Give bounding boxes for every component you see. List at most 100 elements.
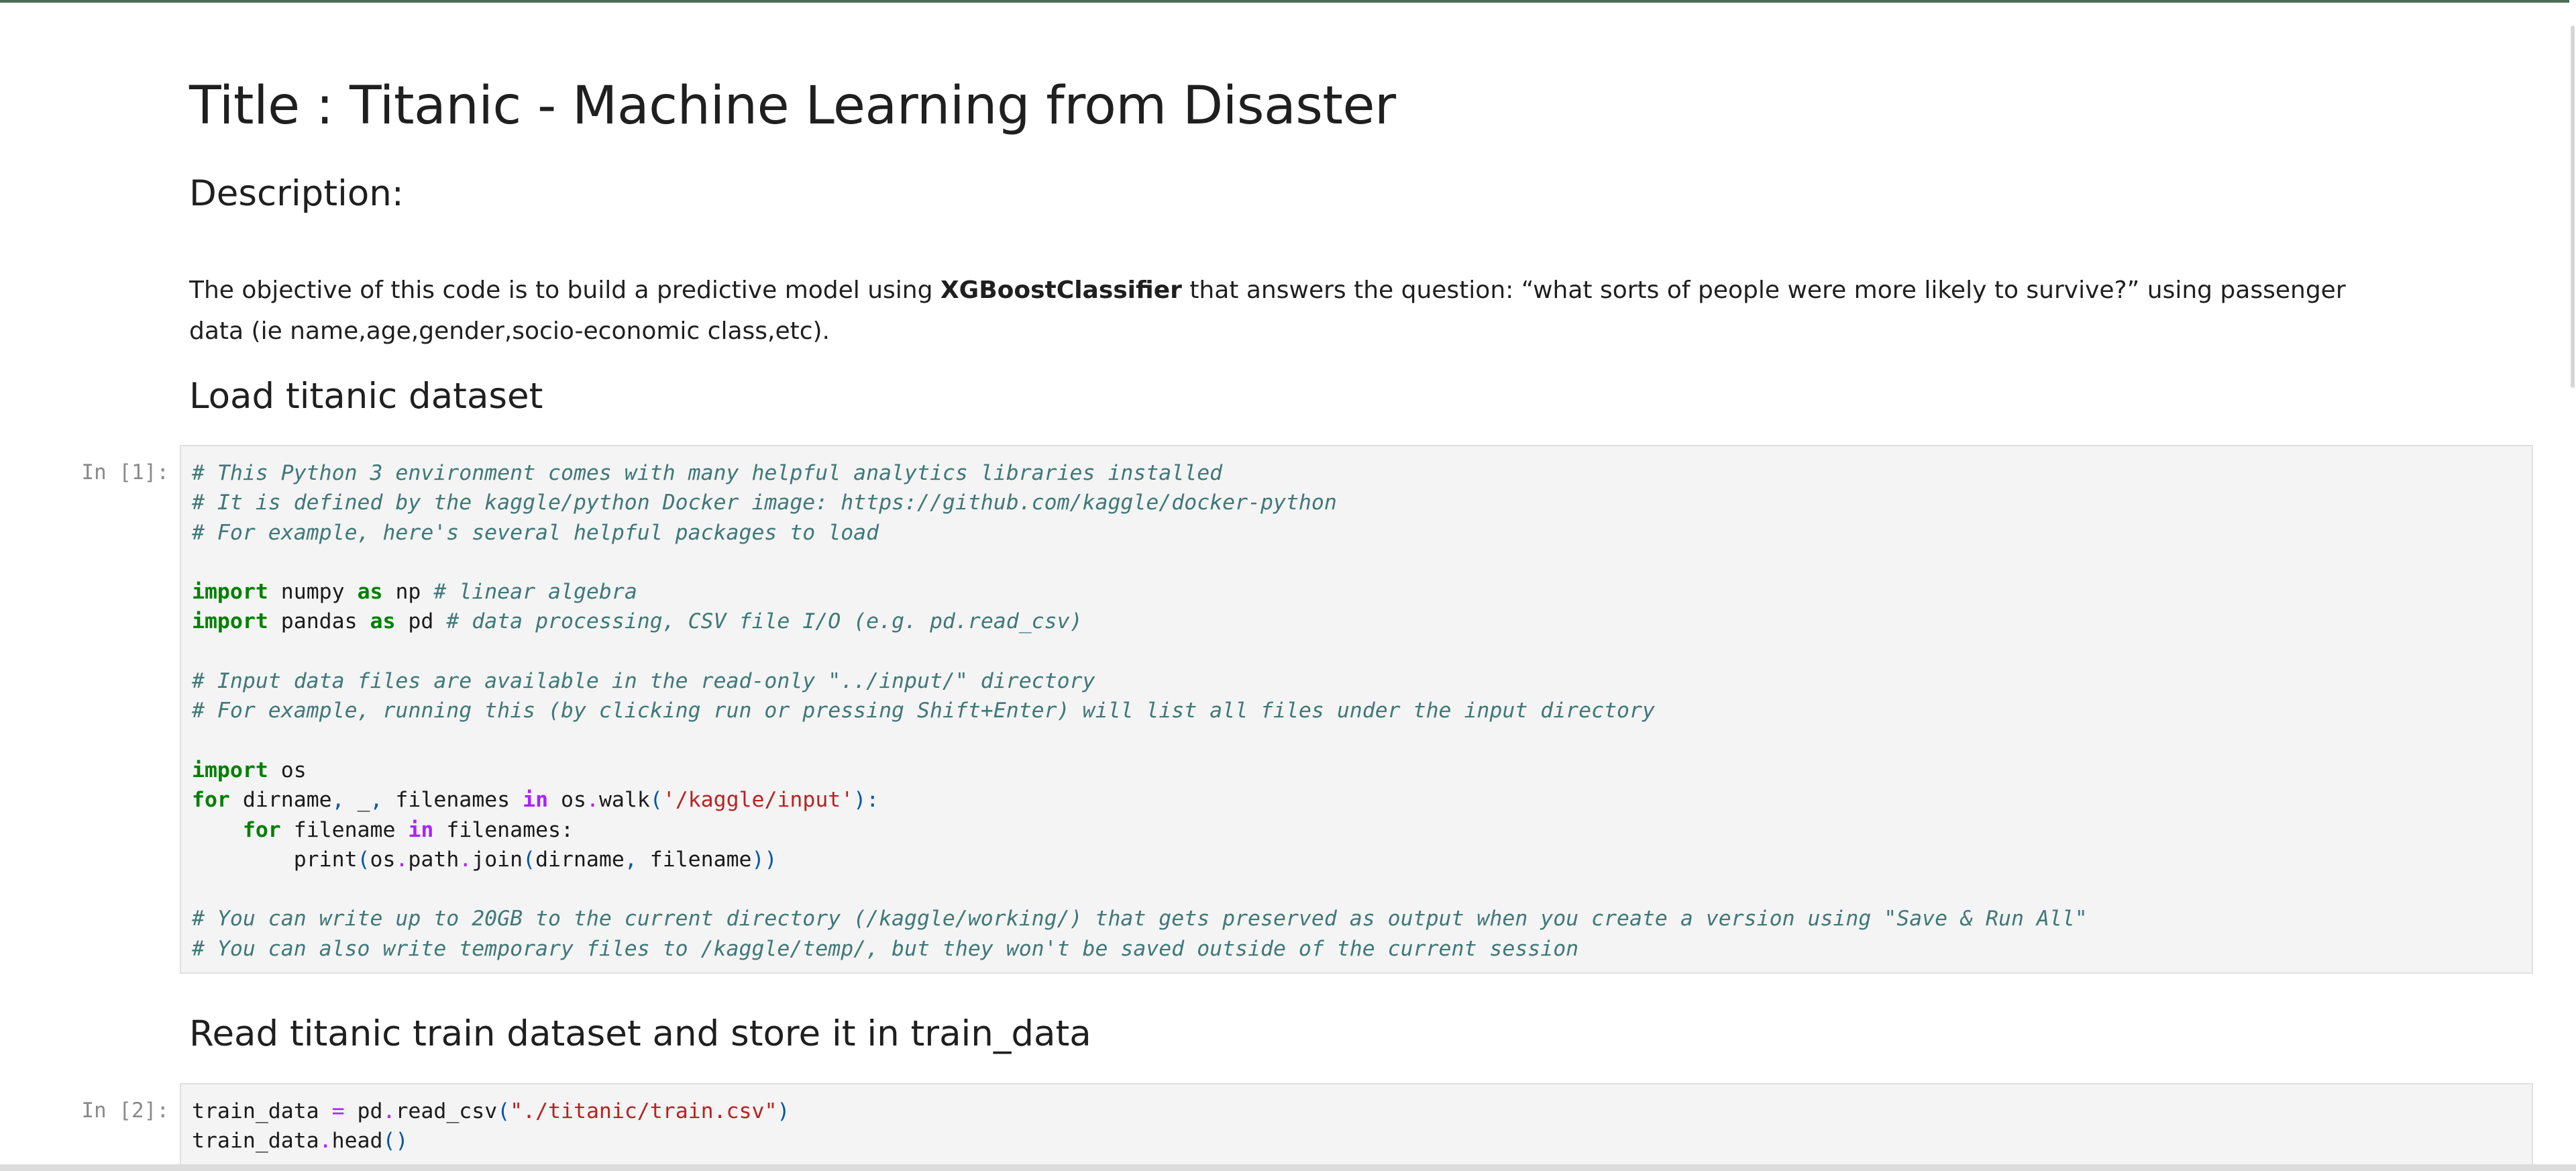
code-token: os bbox=[268, 758, 307, 782]
code-line: # This Python 3 environment comes with m… bbox=[192, 458, 2532, 488]
code-token: pandas bbox=[268, 609, 370, 634]
read-dataset-heading: Read titanic train dataset and store it … bbox=[189, 1013, 1091, 1054]
code-token: ): bbox=[853, 788, 879, 813]
code-token: os bbox=[548, 788, 586, 813]
code-token: . bbox=[586, 788, 599, 813]
code-line: # You can also write temporary files to … bbox=[192, 934, 2532, 964]
code-keyword: as bbox=[370, 609, 396, 634]
code-line: # You can write up to 20GB to the curren… bbox=[192, 904, 2532, 933]
code-token: head bbox=[331, 1129, 383, 1154]
code-line: import pandas as pd # data processing, C… bbox=[192, 607, 2532, 636]
cell-1-prompt: In [1]: bbox=[81, 460, 169, 485]
code-token: , bbox=[624, 847, 637, 872]
code-line: train_data.head() bbox=[192, 1126, 2532, 1156]
code-token: numpy bbox=[268, 580, 358, 605]
code-line: # Input data files are available in the … bbox=[192, 666, 2532, 696]
code-token: join bbox=[472, 847, 523, 872]
code-token: filenames bbox=[382, 788, 523, 813]
code-token: () bbox=[382, 1129, 409, 1154]
code-token: filenames: bbox=[433, 817, 574, 842]
description-text-bold: XGBoostClassifier bbox=[940, 276, 1182, 304]
code-editor[interactable]: # This Python 3 environment comes with m… bbox=[181, 446, 2532, 964]
load-dataset-heading: Load titanic dataset bbox=[189, 376, 543, 417]
code-line: print(os.path.join(dirname, filename)) bbox=[192, 845, 2532, 874]
notebook-view: Title : Titanic - Machine Learning from … bbox=[0, 0, 2569, 1171]
code-string: "./titanic/train.csv" bbox=[510, 1099, 777, 1123]
markdown-cell-load-heading[interactable]: Load titanic dataset bbox=[189, 373, 2524, 420]
code-comment: # For example, running this (by clicking… bbox=[192, 699, 1655, 723]
code-comment: # linear algebra bbox=[433, 580, 637, 605]
horizontal-scrollbar[interactable] bbox=[0, 1164, 2576, 1171]
description-heading: Description: bbox=[189, 173, 404, 214]
code-token: ( bbox=[357, 847, 370, 872]
code-keyword: import bbox=[192, 758, 268, 782]
scrollbar-thumb[interactable] bbox=[2571, 26, 2575, 388]
code-token: pd bbox=[395, 609, 447, 634]
code-comment: # You can also write temporary files to … bbox=[192, 936, 1579, 961]
code-token: ( bbox=[497, 1099, 511, 1123]
code-comment: # For example, here's several helpful pa… bbox=[192, 520, 879, 545]
code-line: for dirname, _, filenames in os.walk('/k… bbox=[192, 785, 2532, 815]
code-line: train_data = pd.read_csv("./titanic/trai… bbox=[192, 1097, 2532, 1126]
code-cell-2[interactable]: train_data = pd.read_csv("./titanic/trai… bbox=[180, 1083, 2533, 1171]
code-token: pd bbox=[344, 1099, 383, 1123]
code-keyword: in bbox=[523, 788, 549, 813]
code-token: . bbox=[395, 847, 409, 872]
code-token: , bbox=[331, 788, 345, 813]
code-token: filename bbox=[280, 817, 409, 842]
code-token: np bbox=[382, 580, 434, 605]
code-token: walk bbox=[598, 788, 650, 813]
code-token: . bbox=[382, 1099, 396, 1123]
code-token: . bbox=[319, 1129, 332, 1154]
markdown-cell-read-heading[interactable]: Read titanic train dataset and store it … bbox=[189, 1011, 2524, 1058]
description-text-pre: The objective of this code is to build a… bbox=[189, 276, 941, 304]
code-comment: # You can write up to 20GB to the curren… bbox=[192, 907, 2088, 931]
code-token: _ bbox=[344, 788, 370, 813]
code-comment: # Input data files are available in the … bbox=[192, 669, 1095, 694]
code-comment: # This Python 3 environment comes with m… bbox=[192, 461, 1223, 485]
code-token: ) bbox=[777, 1099, 790, 1123]
code-string: '/kaggle/input' bbox=[662, 788, 854, 813]
code-token: dirname bbox=[229, 788, 332, 813]
code-line: import numpy as np # linear algebra bbox=[192, 577, 2532, 607]
code-token: . bbox=[459, 847, 472, 872]
code-token: train_data bbox=[192, 1129, 319, 1154]
code-keyword: for bbox=[192, 788, 230, 813]
code-keyword: for bbox=[242, 817, 281, 842]
markdown-cell-title[interactable]: Title : Titanic - Machine Learning from … bbox=[189, 72, 2524, 140]
code-token: filename bbox=[637, 847, 752, 872]
code-line: for filename in filenames: bbox=[192, 815, 2532, 845]
code-keyword: import bbox=[192, 609, 268, 634]
notebook-title: Title : Titanic - Machine Learning from … bbox=[189, 76, 1396, 136]
vertical-scrollbar[interactable] bbox=[2569, 0, 2576, 1171]
code-editor[interactable]: train_data = pd.read_csv("./titanic/trai… bbox=[181, 1084, 2532, 1156]
code-line: import os bbox=[192, 756, 2532, 785]
code-token: print bbox=[192, 847, 358, 872]
code-keyword: import bbox=[192, 580, 268, 605]
description-text: The objective of this code is to build a… bbox=[189, 270, 2369, 352]
code-token: train_data bbox=[192, 1099, 332, 1123]
code-token: ( bbox=[523, 847, 536, 872]
code-keyword: in bbox=[408, 817, 434, 842]
code-token: , bbox=[370, 788, 383, 813]
cell-2-prompt: In [2]: bbox=[81, 1099, 169, 1123]
code-token: = bbox=[331, 1099, 345, 1123]
code-line: # For example, running this (by clicking… bbox=[192, 696, 2532, 725]
code-keyword: as bbox=[357, 580, 383, 605]
code-cell-1[interactable]: # This Python 3 environment comes with m… bbox=[180, 445, 2533, 974]
markdown-cell-description[interactable]: Description: The objective of this code … bbox=[189, 170, 2524, 352]
code-comment: # It is defined by the kaggle/python Doc… bbox=[192, 491, 1337, 515]
code-token: path bbox=[408, 847, 460, 872]
code-token: os bbox=[370, 847, 396, 872]
code-comment: # data processing, CSV file I/O (e.g. pd… bbox=[446, 609, 1083, 634]
code-line: # It is defined by the kaggle/python Doc… bbox=[192, 488, 2532, 517]
code-line: # For example, here's several helpful pa… bbox=[192, 518, 2532, 548]
code-token: )) bbox=[751, 847, 777, 872]
code-token: read_csv bbox=[395, 1099, 498, 1123]
code-token: dirname bbox=[535, 847, 625, 872]
